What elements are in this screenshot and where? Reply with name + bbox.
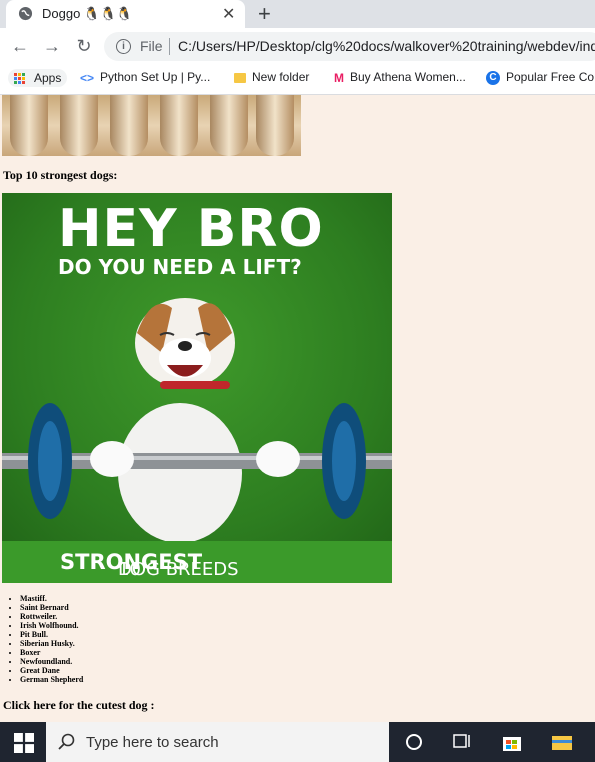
- folder-icon: [234, 72, 246, 83]
- dog-photo: [2, 95, 301, 156]
- close-tab-icon[interactable]: ✕: [222, 4, 235, 24]
- globe-icon: [18, 6, 33, 21]
- strongest-dogs-heading: Top 10 strongest dogs:: [3, 168, 118, 182]
- microsoft-store-icon[interactable]: [501, 732, 523, 752]
- poster-headline: HEY BRO: [58, 199, 324, 259]
- poster-banner: 10 STRONGEST DOG BREEDS: [2, 541, 392, 583]
- taskbar-search-box[interactable]: Type here to search: [46, 722, 389, 762]
- list-item: Newfoundland.: [20, 657, 83, 666]
- bookmark-label: Apps: [34, 71, 62, 85]
- url-text[interactable]: C:/Users/HP/Desktop/clg%20docs/walkover%…: [178, 38, 595, 54]
- tab-title: Doggo 🐧🐧🐧: [42, 6, 133, 21]
- address-toolbar: ← → ↻ i File C:/Users/HP/Desktop/clg%20d…: [0, 28, 595, 64]
- code-icon: <>: [80, 70, 95, 85]
- search-placeholder: Type here to search: [86, 734, 219, 751]
- url-separator: [169, 38, 170, 55]
- bookmark-python[interactable]: <> Python Set Up | Py...: [80, 70, 210, 85]
- windows-start-icon[interactable]: [13, 733, 35, 753]
- task-view-icon[interactable]: [451, 732, 473, 752]
- apps-grid-icon: [14, 72, 26, 85]
- back-arrow-icon[interactable]: ←: [10, 36, 30, 56]
- breed-list: Mastiff. Saint Bernard Rottweiler. Irish…: [6, 594, 83, 684]
- list-item: Rottweiler.: [20, 612, 83, 621]
- list-item: Saint Bernard: [20, 603, 83, 612]
- bookmark-label: Buy Athena Women...: [350, 70, 466, 84]
- bookmark-popular-free[interactable]: C Popular Free Co: [486, 70, 594, 85]
- bookmark-label: Popular Free Co: [506, 70, 595, 84]
- tab-strip: Doggo 🐧🐧🐧 ✕ +: [0, 0, 595, 28]
- bookmark-label: New folder: [252, 70, 310, 84]
- address-bar[interactable]: i File C:/Users/HP/Desktop/clg%20docs/wa…: [104, 32, 595, 61]
- bookmarks-bar: Apps <> Python Set Up | Py... New folder …: [0, 64, 595, 95]
- strongest-dogs-poster: HEY BRO DO YOU NEED A LIFT? 10 STRONGEST…: [2, 193, 392, 583]
- myntra-icon: M: [334, 70, 344, 85]
- bookmark-label: Python Set Up | Py...: [100, 70, 211, 84]
- bookmark-new-folder[interactable]: New folder: [234, 70, 309, 84]
- search-icon: [58, 733, 75, 750]
- list-item: Irish Wolfhound.: [20, 621, 83, 630]
- dog-lifting-illustration: [2, 298, 392, 541]
- file-explorer-icon[interactable]: [551, 732, 573, 752]
- new-tab-button[interactable]: +: [258, 1, 271, 27]
- reload-icon[interactable]: ↻: [74, 36, 94, 56]
- list-item: Boxer: [20, 648, 83, 657]
- c-logo-icon: C: [486, 70, 500, 85]
- cutest-dog-link[interactable]: Click here for the cutest dog :: [3, 698, 155, 713]
- banner-rest: DOG BREEDS: [118, 559, 239, 580]
- list-item: Siberian Husky.: [20, 639, 83, 648]
- bookmark-athena[interactable]: M Buy Athena Women...: [334, 70, 466, 85]
- list-item: Mastiff.: [20, 594, 83, 603]
- list-item: Pit Bull.: [20, 630, 83, 639]
- list-item: Great Dane: [20, 666, 83, 675]
- browser-tab[interactable]: Doggo 🐧🐧🐧 ✕: [6, 0, 245, 28]
- cortana-icon[interactable]: [403, 732, 425, 752]
- forward-arrow-icon[interactable]: →: [42, 36, 62, 56]
- page-content: Top 10 strongest dogs: HEY BRO DO YOU NE…: [0, 95, 595, 722]
- url-scheme: File: [140, 38, 163, 54]
- list-item: German Shepherd: [20, 675, 83, 684]
- bookmark-apps[interactable]: Apps: [8, 69, 68, 87]
- windows-taskbar: Type here to search: [0, 722, 595, 762]
- info-icon[interactable]: i: [116, 39, 131, 54]
